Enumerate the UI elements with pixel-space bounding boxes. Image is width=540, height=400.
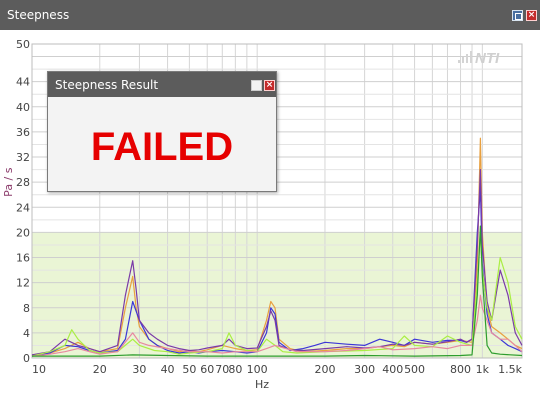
svg-text:NTI: NTI [475, 50, 500, 67]
dialog-title: Steepness Result [55, 78, 159, 92]
x-tick-label: 1.5k [498, 363, 522, 376]
nti-logo: NTI [458, 50, 500, 67]
x-tick-label: 70 [215, 363, 229, 376]
window-titlebar[interactable]: Steepness × [0, 0, 540, 30]
y-tick-label: 32 [16, 151, 30, 164]
x-axis-label: Hz [255, 378, 269, 391]
x-tick-label: 500 [404, 363, 425, 376]
y-tick-label: 4 [23, 327, 30, 340]
steepness-window: Steepness × 0 4 8 12 16 20 24 28 32 36 40 44 50 10 20 3… [0, 0, 540, 400]
y-tick-label: 16 [16, 252, 30, 265]
y-tick-label: 8 [23, 302, 30, 315]
y-tick-label: 40 [16, 101, 30, 114]
window-title: Steepness [7, 8, 70, 22]
x-tick-label: 30 [132, 363, 146, 376]
x-tick-label: 40 [161, 363, 175, 376]
x-tick-label: 300 [354, 363, 375, 376]
y-axis-label: Pa / s [2, 167, 15, 197]
x-tick-label: 200 [314, 363, 335, 376]
y-tick-label: 12 [16, 277, 30, 290]
y-tick-label: 36 [16, 126, 30, 139]
y-tick-label: 28 [16, 176, 30, 189]
x-tick-label: 10 [32, 363, 46, 376]
x-tick-label: 1k [476, 363, 490, 376]
y-tick-label: 24 [16, 201, 30, 214]
x-tick-label: 80 [228, 363, 242, 376]
y-tick-label: 44 [16, 76, 30, 89]
close-icon[interactable]: × [264, 80, 275, 91]
steepness-result-dialog[interactable]: Steepness Result × FAILED [47, 71, 277, 192]
x-tick-label: 100 [247, 363, 268, 376]
y-tick-label: 50 [16, 38, 30, 51]
maximize-icon[interactable] [251, 80, 262, 91]
x-tick-label: 20 [93, 363, 107, 376]
close-icon[interactable]: × [526, 10, 537, 21]
y-tick-label: 20 [16, 226, 30, 239]
x-tick-label: 800 [450, 363, 471, 376]
dialog-titlebar[interactable]: Steepness Result × [48, 72, 276, 97]
y-tick-label: 0 [23, 352, 30, 365]
result-status: FAILED [90, 125, 234, 169]
x-tick-label: 400 [382, 363, 403, 376]
x-tick-label: 50 [182, 363, 196, 376]
x-tick-label: 60 [200, 363, 214, 376]
pin-icon[interactable] [512, 10, 523, 21]
